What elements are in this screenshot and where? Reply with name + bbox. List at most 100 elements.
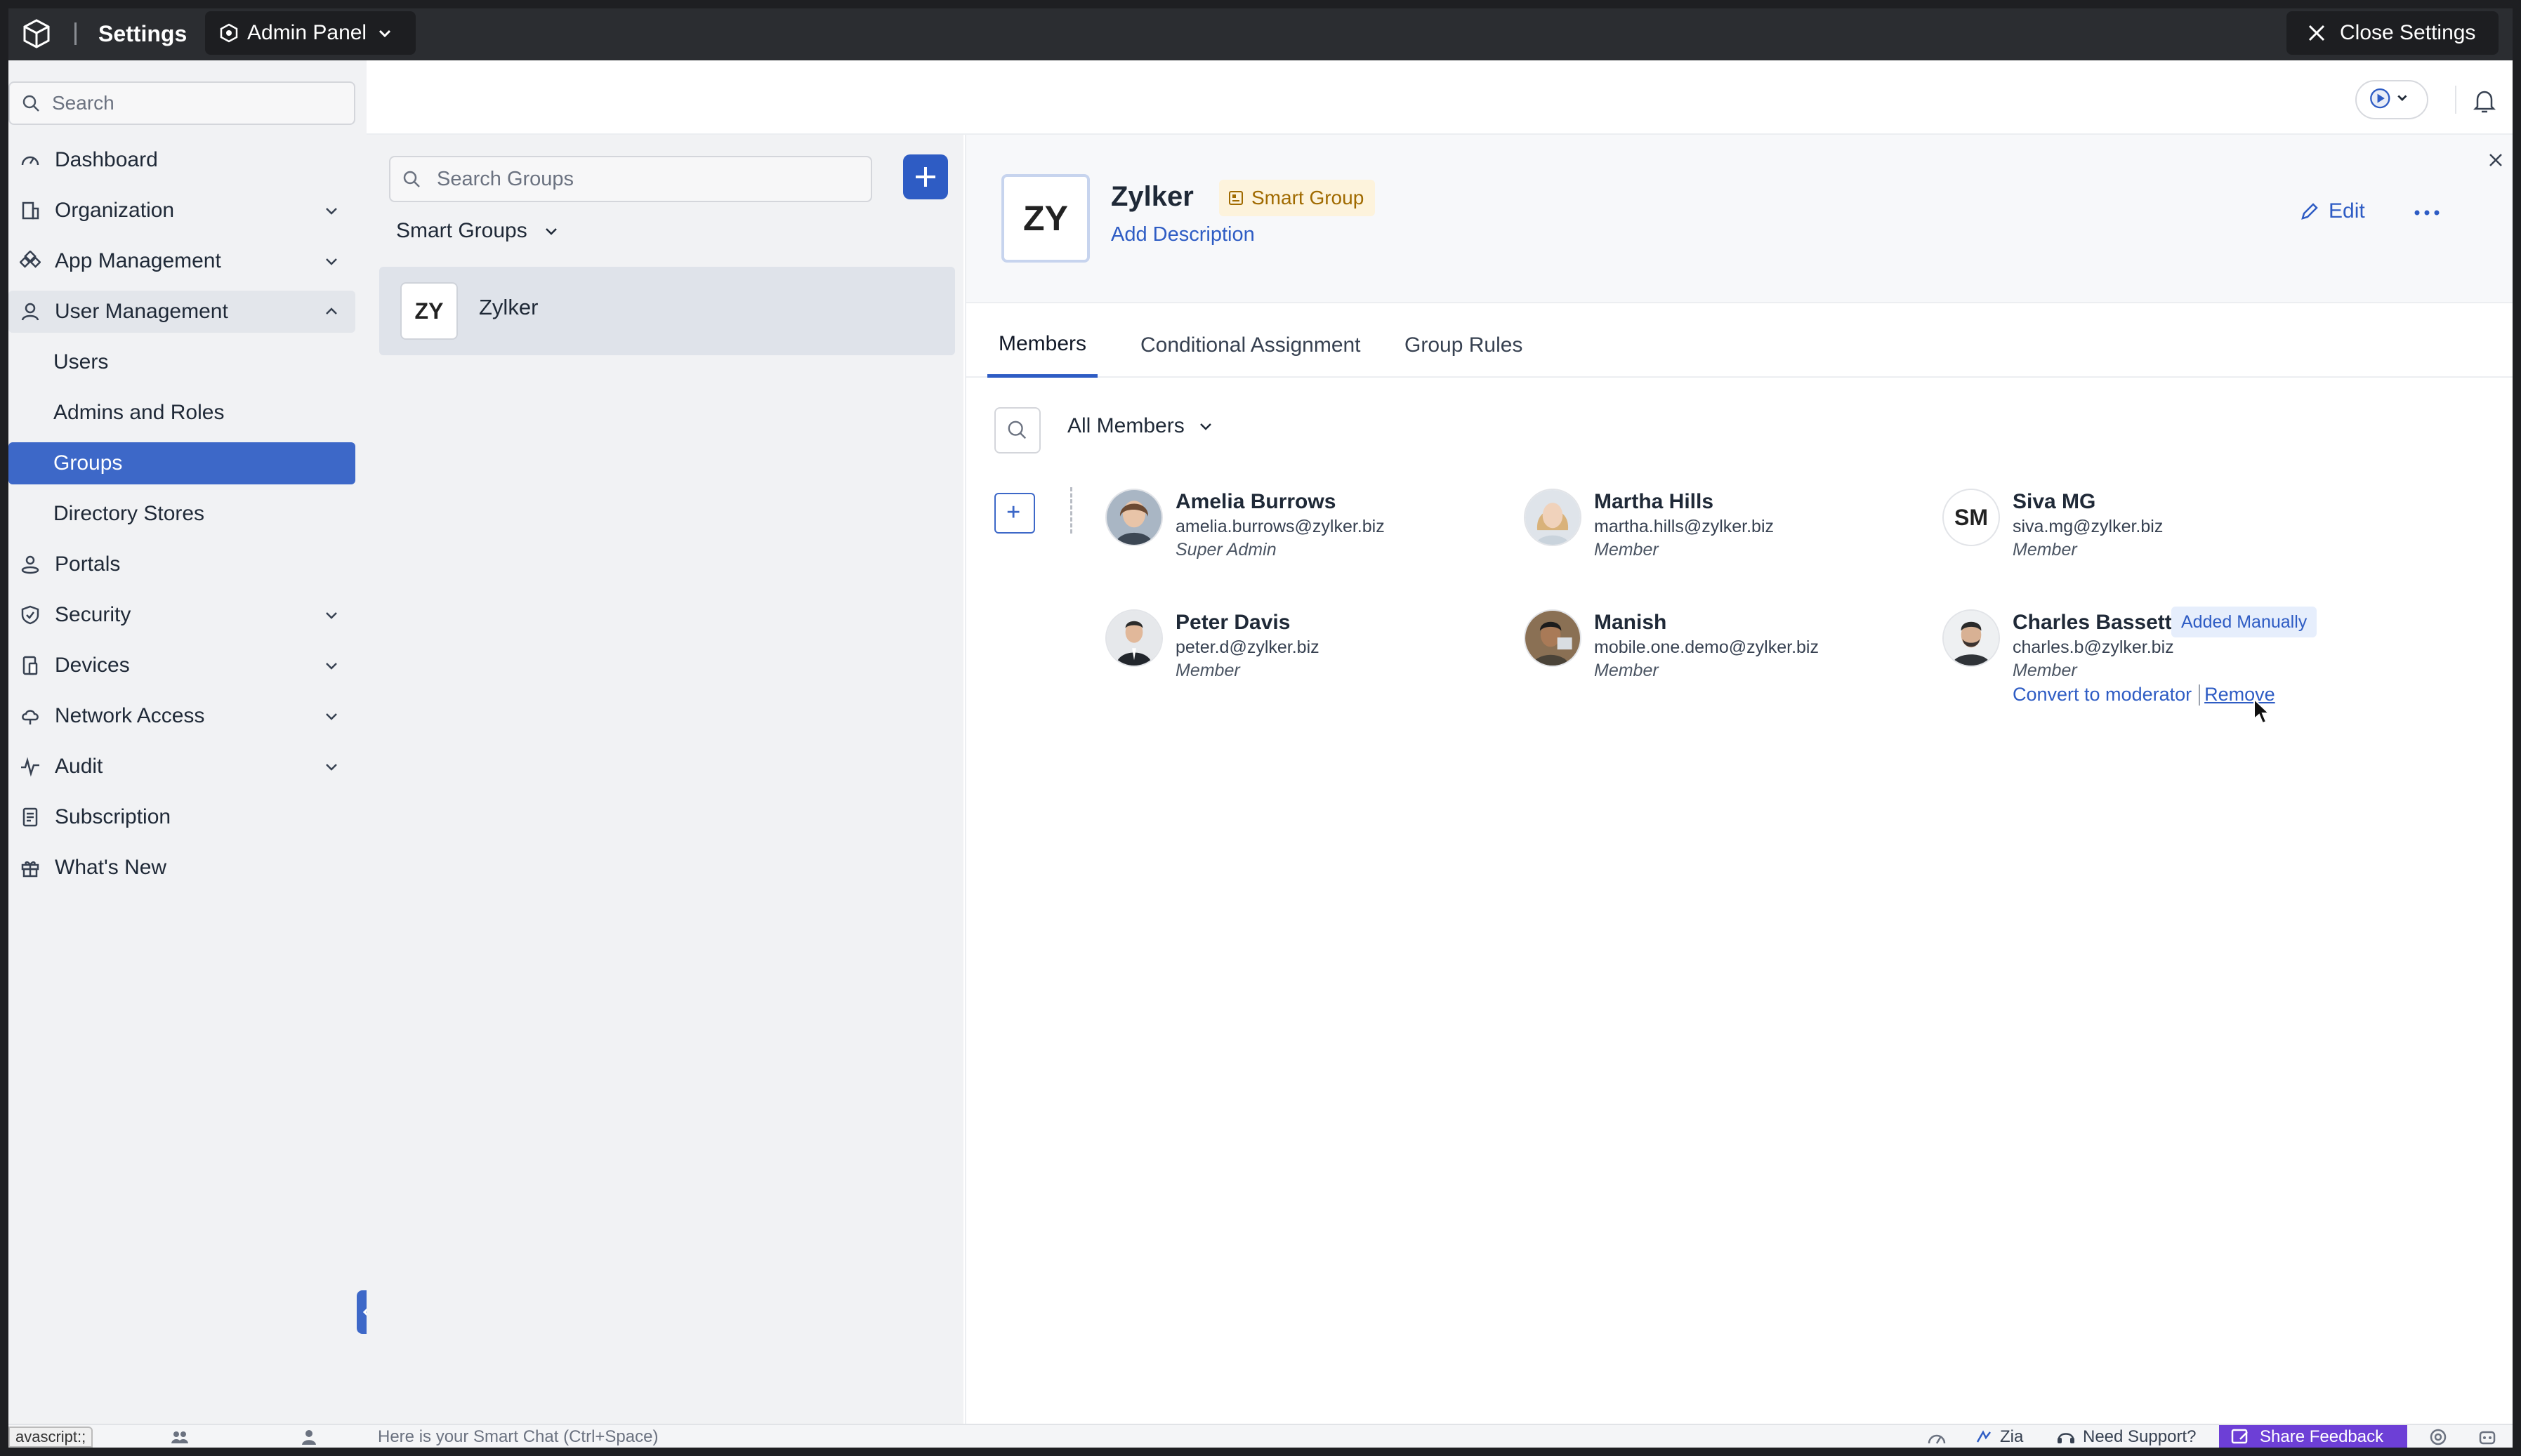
member-role: Member	[2013, 540, 2077, 560]
sidebar-item-subscription[interactable]: Subscription	[8, 796, 355, 838]
member-card[interactable]: Amelia Burrows amelia.burrows@zylker.biz…	[1105, 489, 1499, 587]
member-card[interactable]: Peter Davis peter.d@zylker.biz Member	[1105, 609, 1499, 708]
group-chat-icon[interactable]	[170, 1428, 190, 1446]
panel-icon	[220, 23, 238, 43]
member-search-button[interactable]	[994, 407, 1041, 454]
chevron-down-icon	[326, 258, 337, 265]
member-email: mobile.one.demo@zylker.biz	[1594, 637, 1819, 657]
sidebar-item-label: Admins and Roles	[53, 401, 225, 424]
smart-group-badge: Smart Group	[1219, 180, 1376, 216]
avatar	[1105, 489, 1163, 546]
contacts-icon[interactable]	[299, 1428, 319, 1446]
sidebar-search-input[interactable]: Search	[8, 81, 355, 125]
sidebar-item-directory-stores[interactable]: Directory Stores	[8, 493, 355, 535]
tab-bar: Members Conditional Assignment Group Rul…	[966, 313, 2513, 378]
chevron-down-icon	[326, 764, 337, 771]
plus-icon	[916, 167, 935, 187]
sidebar-item-audit[interactable]: Audit	[8, 746, 355, 788]
close-settings-button[interactable]: Close Settings	[2286, 11, 2499, 55]
admin-panel-dropdown[interactable]: Admin Panel	[205, 11, 416, 55]
add-member-button[interactable]	[994, 493, 1035, 534]
smart-group-badge-label: Smart Group	[1251, 187, 1364, 209]
mouse-cursor-icon	[2253, 698, 2271, 724]
sidebar-item-label: Audit	[55, 755, 103, 778]
avatar-photo	[1525, 490, 1580, 545]
divider	[2455, 86, 2456, 114]
smart-chat-input[interactable]: Here is your Smart Chat (Ctrl+Space)	[378, 1427, 658, 1448]
tab-group-rules[interactable]: Group Rules	[1404, 313, 1522, 378]
all-members-filter[interactable]: All Members	[1067, 414, 1214, 438]
sidebar-item-label: Dashboard	[55, 148, 158, 171]
sidebar-item-portals[interactable]: Portals	[8, 543, 355, 585]
convert-to-moderator-link[interactable]: Convert to moderator	[2013, 684, 2192, 706]
chevron-down-icon	[326, 612, 337, 619]
sidebar-item-label: Subscription	[55, 805, 171, 828]
member-email: amelia.burrows@zylker.biz	[1176, 517, 1385, 536]
sidebar-item-whats-new[interactable]: What's New	[8, 847, 355, 889]
member-card[interactable]: Martha Hills martha.hills@zylker.biz Mem…	[1524, 489, 1917, 587]
close-icon	[2308, 25, 2325, 41]
feedback-icon	[2231, 1429, 2248, 1444]
play-icon	[2370, 88, 2407, 109]
at-mention-icon[interactable]	[2428, 1428, 2448, 1446]
sidebar-item-groups[interactable]: Groups	[8, 442, 355, 484]
need-support-button[interactable]: Need Support?	[2056, 1427, 2196, 1448]
avatar	[1524, 489, 1581, 546]
smart-groups-filter[interactable]: Smart Groups	[396, 219, 560, 243]
tab-conditional-assignment[interactable]: Conditional Assignment	[1140, 313, 1361, 378]
page-title: Settings	[98, 21, 187, 46]
pencil-icon	[2301, 203, 2318, 220]
app-management-icon	[20, 251, 41, 268]
sidebar-item-devices[interactable]: Devices	[8, 644, 355, 687]
dashboard-icon	[21, 156, 39, 166]
add-description-link[interactable]: Add Description	[1111, 223, 1255, 246]
gift-icon	[21, 861, 39, 878]
smart-group-icon	[1229, 191, 1243, 205]
member-card[interactable]: Manish mobile.one.demo@zylker.biz Member	[1524, 609, 1917, 708]
member-card[interactable]: Charles Bassett Added Manually charles.b…	[1942, 607, 2336, 708]
member-role: Member	[1594, 661, 1659, 680]
added-manually-badge: Added Manually	[2171, 607, 2317, 637]
zia-button[interactable]: Zia	[2000, 1427, 2023, 1448]
top-bar: Settings Admin Panel Close Settings	[8, 8, 2513, 60]
member-card[interactable]: SM Siva MG siva.mg@zylker.biz Member	[1942, 489, 2336, 587]
sidebar-item-label: Portals	[55, 552, 121, 576]
member-email: martha.hills@zylker.biz	[1594, 517, 1775, 536]
divider	[74, 22, 77, 45]
edit-button[interactable]: Edit	[2299, 199, 2365, 223]
header-bar	[367, 60, 2513, 135]
bottom-bar: avascript:; Here is your Smart Chat (Ctr…	[8, 1424, 2513, 1448]
share-feedback-button[interactable]: Share Feedback	[2219, 1425, 2407, 1448]
sidebar-item-users[interactable]: Users	[8, 341, 355, 383]
chat-bot-icon[interactable]	[2477, 1428, 2497, 1446]
chevron-down-icon	[326, 208, 337, 215]
subscription-icon	[22, 807, 38, 827]
status-toggle-button[interactable]	[2355, 80, 2428, 119]
close-icon[interactable]	[2486, 150, 2506, 170]
sidebar-item-organization[interactable]: Organization	[8, 190, 355, 232]
sidebar-item-app-management[interactable]: App Management	[8, 240, 355, 282]
search-icon	[1008, 421, 1027, 439]
sidebar-item-admins-and-roles[interactable]: Admins and Roles	[8, 392, 355, 434]
sidebar-item-label: Devices	[55, 654, 130, 677]
sidebar-item-dashboard[interactable]: Dashboard	[8, 139, 355, 181]
group-avatar: ZY	[400, 282, 458, 340]
add-group-button[interactable]	[903, 154, 948, 199]
sidebar-item-security[interactable]: Security	[8, 594, 355, 636]
search-groups-input[interactable]: Search Groups	[389, 156, 872, 202]
tab-members[interactable]: Members	[987, 313, 1098, 378]
chevron-down-icon	[326, 663, 337, 670]
member-name: Charles Bassett	[2013, 611, 2172, 634]
app-logo-icon[interactable]	[21, 18, 52, 49]
speed-icon[interactable]	[1927, 1428, 1947, 1446]
bell-icon[interactable]	[2472, 88, 2497, 114]
headset-icon	[2058, 1433, 2074, 1443]
plus-icon	[1007, 505, 1020, 518]
member-email: charles.b@zylker.biz	[2013, 637, 2174, 657]
sidebar-item-network-access[interactable]: Network Access	[8, 695, 355, 737]
sidebar-item-label: Users	[53, 350, 109, 373]
sidebar-item-label: Groups	[53, 451, 123, 475]
sidebar-item-user-management[interactable]: User Management	[8, 291, 355, 333]
more-options-icon[interactable]	[2413, 202, 2441, 223]
group-list-item[interactable]: ZY Zylker	[379, 267, 955, 355]
